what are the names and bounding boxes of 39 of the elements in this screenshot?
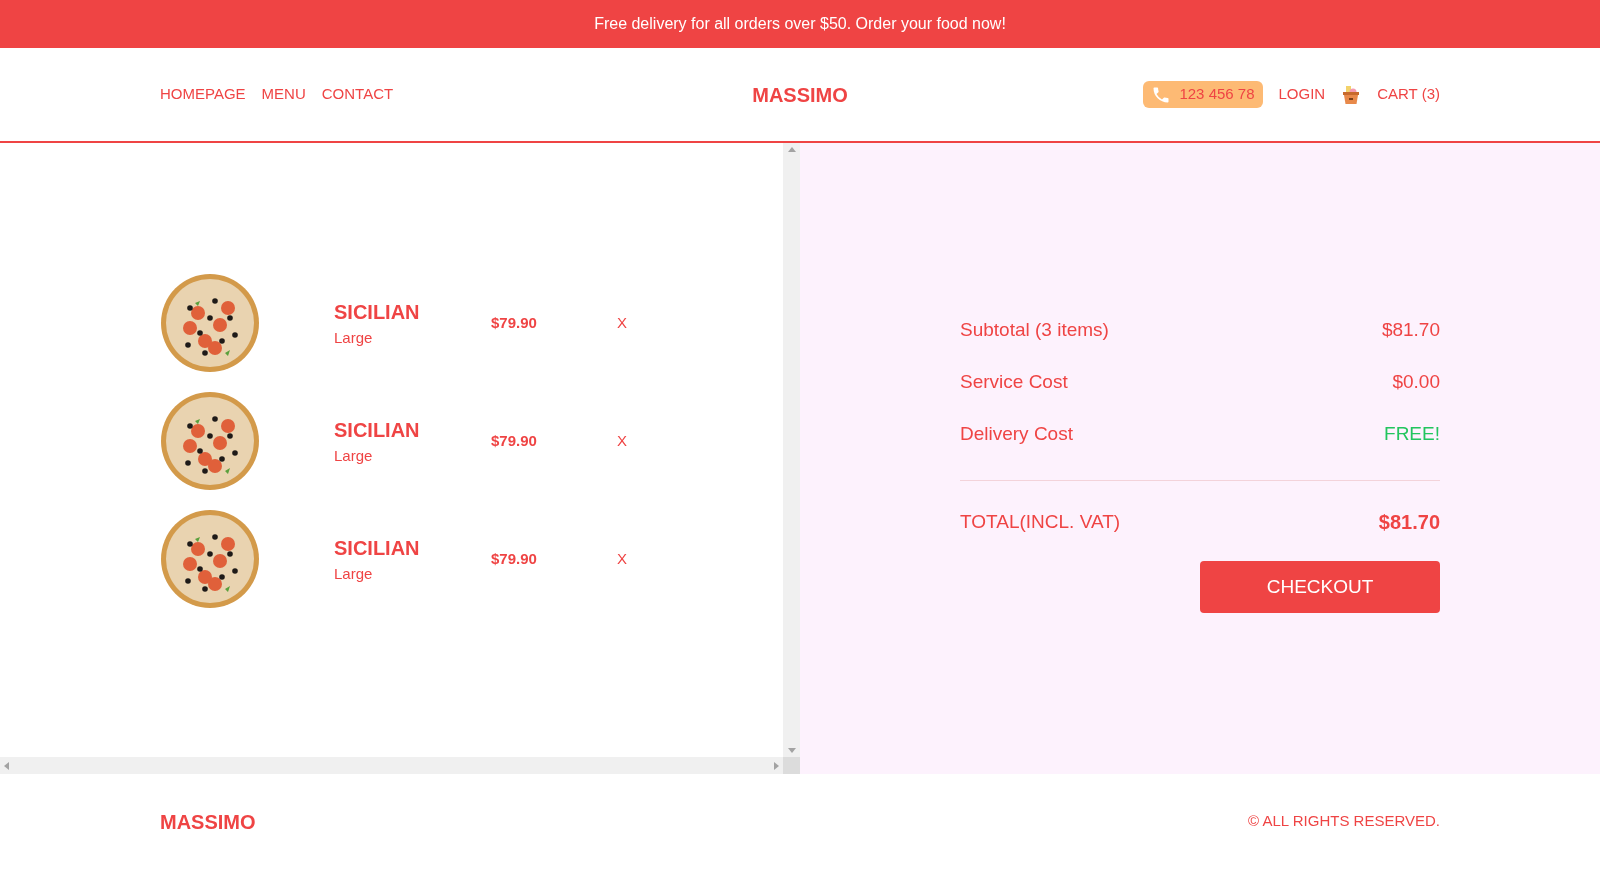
item-price: $79.90 — [491, 312, 538, 333]
vertical-scrollbar[interactable] — [783, 143, 800, 757]
item-size: Large — [334, 327, 374, 348]
remove-button[interactable]: X — [613, 429, 631, 453]
summary-value: FREE! — [1384, 421, 1440, 446]
summary-value: $0.00 — [1392, 369, 1440, 394]
scroll-left-icon[interactable] — [4, 761, 9, 770]
nav-link[interactable]: CONTACT — [321, 83, 394, 106]
nav-link[interactable]: MENU — [261, 83, 306, 106]
item-name: SICILIAN — [334, 535, 421, 561]
item-price: $79.90 — [491, 548, 538, 569]
summary-value: $81.70 — [1381, 317, 1440, 342]
phone-link[interactable]: 123 456 78 — [1143, 81, 1263, 108]
cart-link[interactable]: CART (3) — [1377, 83, 1440, 106]
total-value: $81.70 — [1378, 510, 1440, 535]
total-label: TOTAL(INCL. VAT) — [960, 509, 1121, 534]
login-link[interactable]: LOGIN — [1278, 83, 1326, 106]
summary-label: Service Cost — [960, 369, 1068, 394]
basket-icon[interactable] — [1341, 84, 1362, 105]
horizontal-scrollbar[interactable] — [0, 757, 783, 774]
scrollbar-corner — [783, 757, 800, 774]
item-size: Large — [334, 563, 374, 584]
footer-logo[interactable]: MASSIMO — [160, 806, 256, 837]
summary-label: Subtotal (3 items) — [960, 317, 1109, 342]
item-name: SICILIAN — [334, 417, 421, 443]
copyright-text: © ALL RIGHTS RESERVED. — [1248, 811, 1440, 832]
scroll-down-icon[interactable] — [787, 748, 796, 753]
item-name: SICILIAN — [334, 299, 421, 325]
item-price: $79.90 — [491, 430, 538, 451]
item-size: Large — [334, 445, 374, 466]
summary-label: Delivery Cost — [960, 421, 1073, 446]
logo[interactable]: MASSIMO — [752, 79, 848, 110]
remove-button[interactable]: X — [613, 547, 631, 571]
scroll-right-icon[interactable] — [774, 761, 779, 770]
checkout-button[interactable]: CHECKOUT — [1200, 561, 1440, 613]
promo-banner: Free delivery for all orders over $50. Order your food now! — [0, 0, 1600, 48]
remove-button[interactable]: X — [613, 311, 631, 335]
scroll-up-icon[interactable] — [787, 147, 796, 152]
nav-link[interactable]: HOMEPAGE — [160, 83, 246, 106]
